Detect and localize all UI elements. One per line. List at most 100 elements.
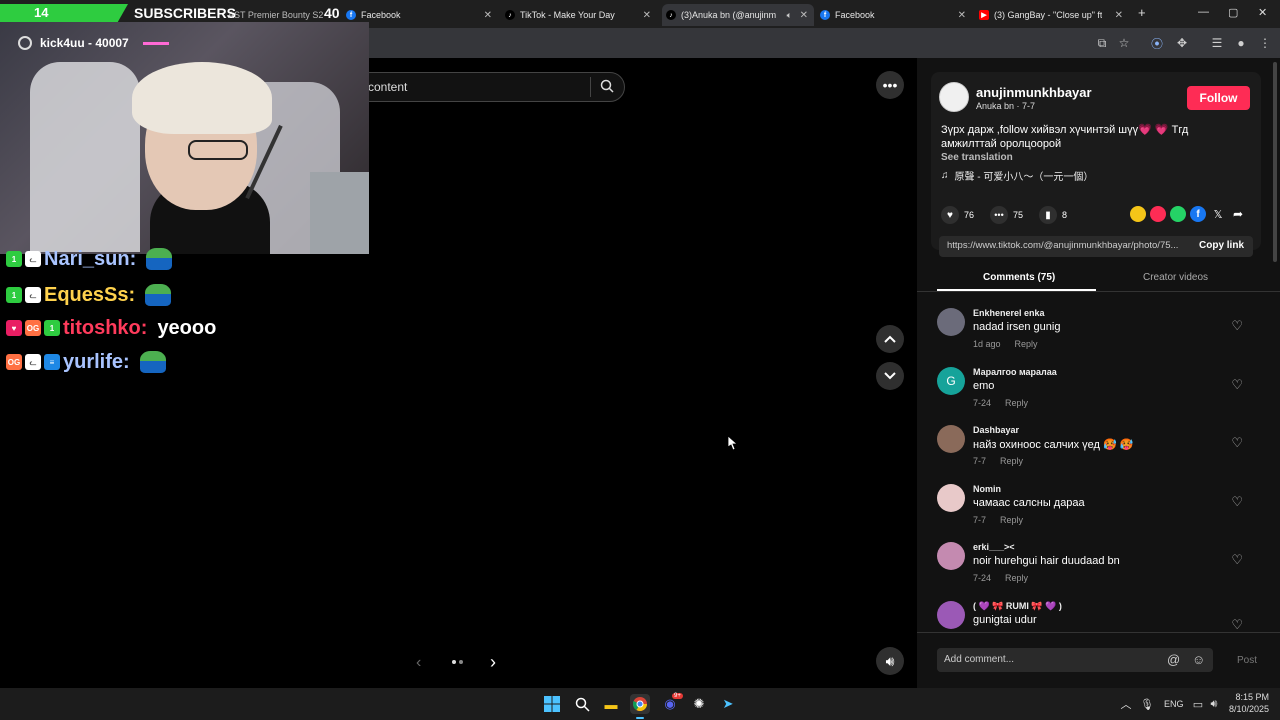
facebook-share-icon[interactable]: f (1190, 206, 1206, 222)
reply-button[interactable]: Reply (1005, 398, 1028, 408)
flag-badge: ≡ (44, 354, 60, 370)
comment-like-icon[interactable]: ♡ (1231, 552, 1243, 568)
commenter-name[interactable]: ( 💜 🎀 RUMI 🎀 💜 ) (973, 601, 1062, 612)
post-link[interactable]: https://www.tiktok.com/@anujinmunkhbayar… (947, 240, 1187, 251)
comment-like-icon[interactable]: ♡ (1231, 435, 1243, 451)
tab-3[interactable]: ♪ TikTok - Make Your Day ✕ (505, 4, 657, 26)
bookmark-icon[interactable]: ▮ (1039, 206, 1058, 224)
commenter-avatar[interactable] (937, 484, 965, 512)
commenter-name[interactable]: erki___>< (973, 542, 1015, 552)
search-divider (590, 77, 591, 97)
send-share-icon[interactable] (1150, 206, 1166, 222)
comment-like-icon[interactable]: ♡ (1231, 318, 1243, 334)
maximize-icon[interactable]: ▢ (1228, 6, 1238, 19)
commenter-avatar[interactable] (937, 601, 965, 629)
author-avatar[interactable] (939, 82, 969, 112)
mention-icon[interactable]: @ (1167, 652, 1180, 667)
close-tab-icon[interactable]: ✕ (643, 10, 651, 21)
post-comment-button[interactable]: Post (1237, 655, 1257, 666)
scrollbar[interactable] (1273, 62, 1277, 262)
reply-button[interactable]: Reply (1015, 339, 1038, 349)
speaker-icon[interactable]: 🔈︎ (787, 10, 792, 21)
new-tab-icon[interactable]: + (1138, 5, 1146, 20)
like-icon[interactable]: ♥ (941, 206, 959, 224)
bookmark-star-icon[interactable]: ☆ (1115, 34, 1133, 52)
x-share-icon[interactable]: 𝕏 (1210, 206, 1226, 222)
commenter-avatar[interactable] (937, 542, 965, 570)
install-app-icon[interactable]: ⧉ (1093, 34, 1111, 52)
commenter-name[interactable]: Nomin (973, 484, 1001, 494)
reply-button[interactable]: Reply (1000, 456, 1023, 466)
windows-start-icon[interactable] (542, 694, 562, 714)
follow-button[interactable]: Follow (1187, 86, 1250, 110)
comment-time: 7-24 (973, 398, 992, 408)
clock-time[interactable]: 8:15 PM (1229, 692, 1269, 702)
search-input[interactable]: content (368, 80, 407, 94)
tab-search-icon[interactable]: ☰ (1208, 34, 1226, 52)
tab-6[interactable]: ▶ (3) GangBay - "Close up" ft Err ✕ (979, 4, 1129, 26)
commenter-name[interactable]: Dashbayar (973, 425, 1019, 435)
comment-icon[interactable]: ••• (990, 206, 1009, 224)
chat-username: titoshko: (63, 316, 148, 339)
author-username[interactable]: anujinmunkhbayar (976, 85, 1092, 100)
volume-icon[interactable]: 🔊︎ (1204, 694, 1224, 714)
comment-like-icon[interactable]: ♡ (1231, 617, 1243, 631)
commenter-avatar[interactable]: G (937, 367, 965, 395)
read-aloud-icon[interactable]: ⦿ (1148, 34, 1166, 52)
tab-4-active[interactable]: ♪ (3)Anuka bn (@anujinmunk 🔈︎ ✕ (662, 4, 814, 26)
reply-button[interactable]: Reply (1005, 573, 1028, 583)
search-bar[interactable]: content (355, 72, 625, 102)
active-app-indicator (636, 717, 644, 719)
comment-input[interactable]: Add comment... @ ☺ (937, 648, 1213, 672)
search-taskbar-icon[interactable] (572, 694, 592, 714)
carousel-prev-icon[interactable]: ‹ (416, 654, 421, 672)
tab-creator-videos[interactable]: Creator videos (1143, 272, 1208, 283)
previous-video-button[interactable] (876, 325, 904, 353)
show-hidden-icons[interactable]: ︿ (1116, 694, 1136, 714)
comment-like-icon[interactable]: ♡ (1231, 377, 1243, 393)
profile-avatar-icon[interactable]: ● (1232, 34, 1250, 52)
commenter-name[interactable]: Enkhenerel enka (973, 308, 1045, 318)
steam-icon[interactable]: ➤ (718, 694, 738, 714)
reply-button[interactable]: Reply (1000, 515, 1023, 525)
chrome-icon[interactable] (630, 694, 650, 714)
more-options-icon[interactable]: ••• (876, 71, 904, 99)
comment-like-icon[interactable]: ♡ (1231, 494, 1243, 510)
commenter-avatar[interactable] (937, 425, 965, 453)
close-tab-icon[interactable]: ✕ (958, 10, 966, 21)
microphone-icon[interactable]: 🎙︎ (1137, 694, 1157, 714)
close-tab-icon[interactable]: ✕ (484, 10, 492, 21)
pc-case (310, 172, 369, 254)
close-tab-icon[interactable]: ✕ (800, 10, 808, 21)
clock-date[interactable]: 8/10/2025 (1225, 704, 1269, 714)
copy-link-button[interactable]: Copy link (1199, 240, 1244, 251)
carousel-dot-2[interactable] (459, 660, 463, 664)
close-window-icon[interactable]: ✕ (1258, 6, 1267, 19)
search-icon[interactable] (600, 79, 614, 98)
volume-button[interactable]: 🔊︎ (876, 647, 904, 675)
commenter-avatar[interactable] (937, 308, 965, 336)
tab-5[interactable]: f Facebook ✕ (820, 4, 972, 26)
emoji-icon[interactable]: ☺ (1192, 652, 1205, 667)
tab-comments[interactable]: Comments (75) (983, 272, 1055, 283)
coin-share-icon[interactable] (1130, 206, 1146, 222)
subscribers-label: SUBSCRIBERS (134, 5, 236, 21)
commenter-name[interactable]: Маралгоо маралаа (973, 367, 1057, 377)
close-tab-icon[interactable]: ✕ (1115, 10, 1123, 21)
app-icon[interactable]: ✺ (689, 694, 709, 714)
whatsapp-icon[interactable] (1170, 206, 1186, 222)
carousel-dot-1[interactable] (452, 660, 456, 664)
language-indicator[interactable]: ENG (1164, 699, 1184, 709)
file-explorer-icon[interactable]: ▬ (601, 694, 621, 714)
see-translation-link[interactable]: See translation (941, 152, 1013, 163)
next-video-button[interactable] (876, 362, 904, 390)
carousel-next-icon[interactable]: › (490, 652, 496, 673)
menu-kebab-icon[interactable]: ⋮ (1256, 34, 1274, 52)
comment-item: ( 💜 🎀 RUMI 🎀 💜 ) gunigtai udur ♡ (937, 601, 1257, 631)
extensions-icon[interactable]: ✥ (1173, 34, 1191, 52)
kick-user-label: kick4uu - 40007 (18, 36, 169, 50)
share-arrow-icon[interactable]: ➦ (1230, 206, 1246, 222)
minimize-icon[interactable]: — (1198, 6, 1209, 18)
comment-time: 7-7 (973, 515, 987, 525)
music-row[interactable]: ♫ 原聲 - 可爱小八〜（一元一個） (941, 168, 1093, 183)
